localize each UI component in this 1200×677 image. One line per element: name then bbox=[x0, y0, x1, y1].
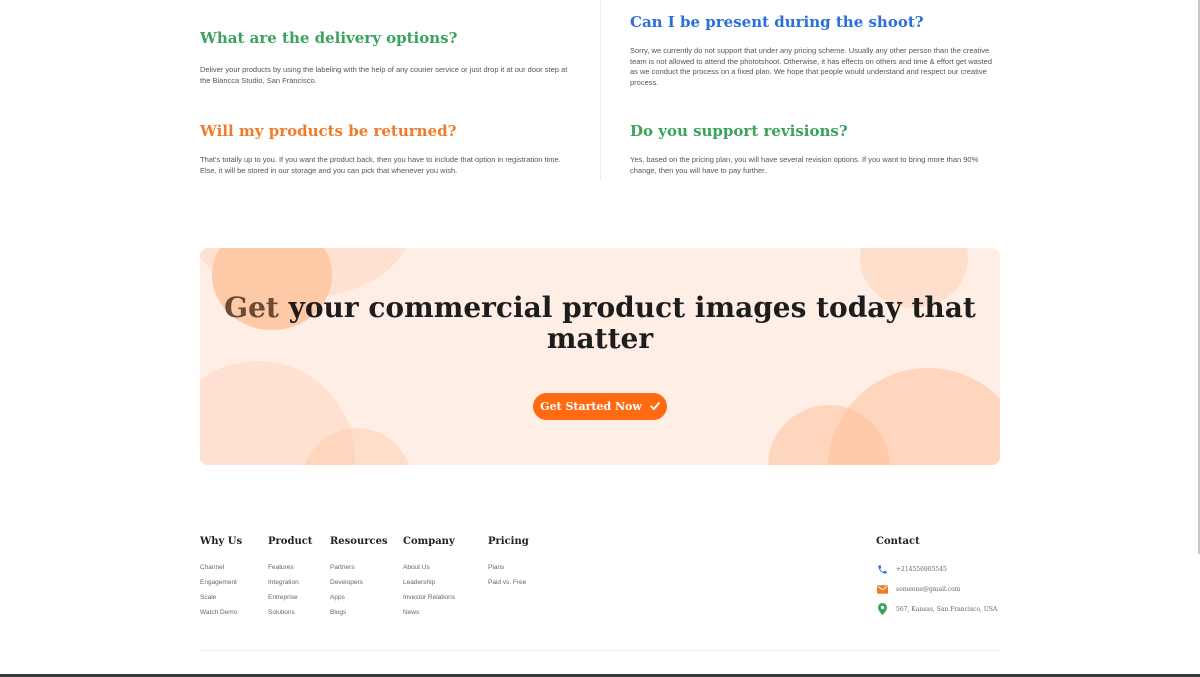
contact-email-text: someone@gmail.com bbox=[896, 585, 961, 593]
contact-email[interactable]: someone@gmail.com bbox=[876, 583, 1000, 595]
faq-answer: Yes, based on the pricing plan, you will… bbox=[630, 155, 979, 175]
footer-link[interactable]: Apps bbox=[330, 594, 388, 602]
footer-link[interactable]: Blogs bbox=[330, 609, 388, 617]
footer-column-why-us: Why Us Channel Engagement Scale Watch De… bbox=[200, 536, 242, 624]
get-started-label: Get Started Now bbox=[540, 400, 642, 413]
footer-link[interactable]: Watch Demo bbox=[200, 609, 242, 617]
footer-link[interactable]: About Us bbox=[403, 564, 455, 572]
cta-title: Get your commercial product images today… bbox=[200, 292, 1000, 354]
footer-contact: Contact +214556905545 someone@gmail.com … bbox=[876, 536, 1000, 623]
footer-link[interactable]: Channel bbox=[200, 564, 242, 572]
footer-divider bbox=[200, 650, 1000, 651]
footer-link[interactable]: Leadership bbox=[403, 579, 455, 587]
get-started-button[interactable]: Get Started Now bbox=[533, 393, 667, 420]
footer-column-title: Company bbox=[403, 536, 455, 547]
footer-link[interactable]: Entreprise bbox=[268, 594, 312, 602]
footer-column-title: Pricing bbox=[488, 536, 529, 547]
mail-icon bbox=[876, 583, 888, 595]
footer-link[interactable]: Paid vs. Free bbox=[488, 579, 529, 587]
footer-column-resources: Resources Partners Developers Apps Blogs bbox=[330, 536, 388, 624]
contact-address: 567, Kansas, San Francisco, USA bbox=[876, 603, 1000, 615]
cta-title-rest: your commercial product images today tha… bbox=[278, 291, 976, 355]
footer-column-title: Resources bbox=[330, 536, 388, 547]
footer-link[interactable]: Partners bbox=[330, 564, 388, 572]
cta-banner: Get your commercial product images today… bbox=[200, 248, 1000, 465]
cta-title-highlight: Get bbox=[224, 291, 279, 324]
footer-link[interactable]: Developers bbox=[330, 579, 388, 587]
footer-column-product: Product Features Integration Entreprise … bbox=[268, 536, 312, 624]
footer-link[interactable]: News bbox=[403, 609, 455, 617]
footer-link[interactable]: Scale bbox=[200, 594, 242, 602]
faq-question: Can I be present during the shoot? bbox=[630, 13, 924, 31]
faq-question: Do you support revisions? bbox=[630, 122, 848, 140]
footer-column-title: Product bbox=[268, 536, 313, 547]
contact-phone-text: +214556905545 bbox=[896, 565, 947, 573]
faq-answer: That's totally up to you. If you want th… bbox=[200, 155, 561, 175]
footer-link[interactable]: Investor Relations bbox=[403, 594, 455, 602]
footer-column-company: Company About Us Leadership Investor Rel… bbox=[403, 536, 455, 624]
faq-item-revisions: Do you support revisions? Yes, based on … bbox=[630, 121, 1000, 176]
faq-section: What are the delivery options? Deliver y… bbox=[200, 0, 1000, 185]
check-icon bbox=[649, 400, 660, 413]
footer-link[interactable]: Solutions bbox=[268, 609, 312, 617]
faq-question: Will my products be returned? bbox=[200, 122, 457, 140]
faq-question: What are the delivery options? bbox=[200, 29, 458, 47]
faq-answer: Deliver your products by using the label… bbox=[200, 65, 568, 85]
contact-phone[interactable]: +214556905545 bbox=[876, 563, 1000, 575]
faq-item-returned: Will my products be returned? That's tot… bbox=[200, 121, 570, 176]
footer-link[interactable]: Engagement bbox=[200, 579, 242, 587]
contact-address-text: 567, Kansas, San Francisco, USA bbox=[896, 605, 998, 613]
faq-item-present-during-shoot: Can I be present during the shoot? Sorry… bbox=[630, 12, 1000, 88]
footer-column-title: Why Us bbox=[200, 536, 243, 547]
phone-icon bbox=[876, 563, 888, 575]
footer-link[interactable]: Plans bbox=[488, 564, 529, 572]
faq-divider bbox=[600, 0, 601, 180]
contact-title: Contact bbox=[876, 536, 920, 547]
location-pin-icon bbox=[876, 603, 888, 615]
footer-link[interactable]: Features bbox=[268, 564, 312, 572]
footer-link[interactable]: Integration bbox=[268, 579, 312, 587]
footer-column-pricing: Pricing Plans Paid vs. Free bbox=[488, 536, 529, 594]
faq-item-delivery: What are the delivery options? Deliver y… bbox=[200, 28, 570, 86]
faq-answer: Sorry, we currently do not support that … bbox=[630, 46, 993, 87]
